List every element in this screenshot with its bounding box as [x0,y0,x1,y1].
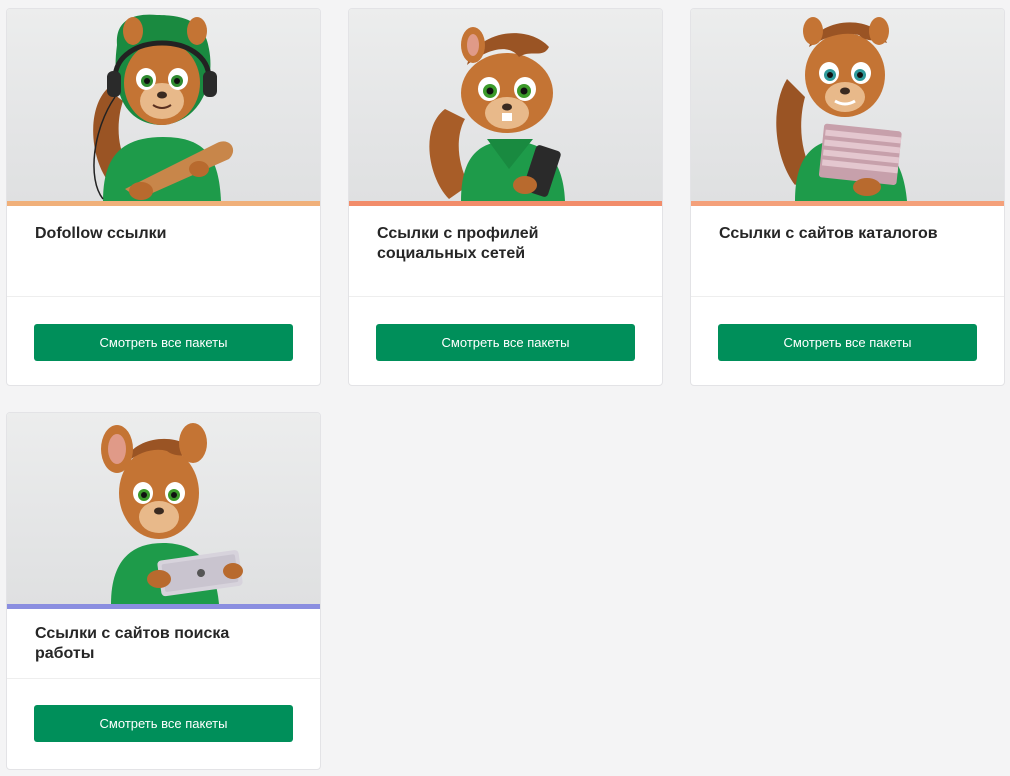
card-title: Ссылки с сайтов поиска работы [35,625,230,662]
view-all-packages-button[interactable]: Смотреть все пакеты [718,324,977,361]
card-title: Ссылки с сайтов каталогов [719,225,938,242]
product-card-dofollow: Dofollow ссылки Смотреть все пакеты [6,8,321,386]
view-all-packages-button[interactable]: Смотреть все пакеты [376,324,635,361]
product-card-grid: Dofollow ссылки Смотреть все пакеты Ссыл… [0,0,1010,776]
card-title: Dofollow ссылки [35,225,167,242]
card-image [7,413,320,604]
squirrel-tablet-icon [101,423,243,604]
card-image [691,9,1004,201]
squirrel-headphones-bat-icon [93,14,234,201]
card-title: Ссылки с профилей социальных сетей [377,225,539,262]
card-image [349,9,662,201]
squirrel-phone-icon [429,27,565,201]
squirrel-cards-icon [776,17,907,201]
card-image [7,9,320,201]
view-all-packages-button[interactable]: Смотреть все пакеты [34,705,293,742]
view-all-packages-button[interactable]: Смотреть все пакеты [34,324,293,361]
product-card-job-search-sites: Ссылки с сайтов поиска работы Смотреть в… [6,412,321,770]
product-card-catalog-sites: Ссылки с сайтов каталогов Смотреть все п… [690,8,1005,386]
product-card-social-profiles: Ссылки с профилей социальных сетей Смотр… [348,8,663,386]
